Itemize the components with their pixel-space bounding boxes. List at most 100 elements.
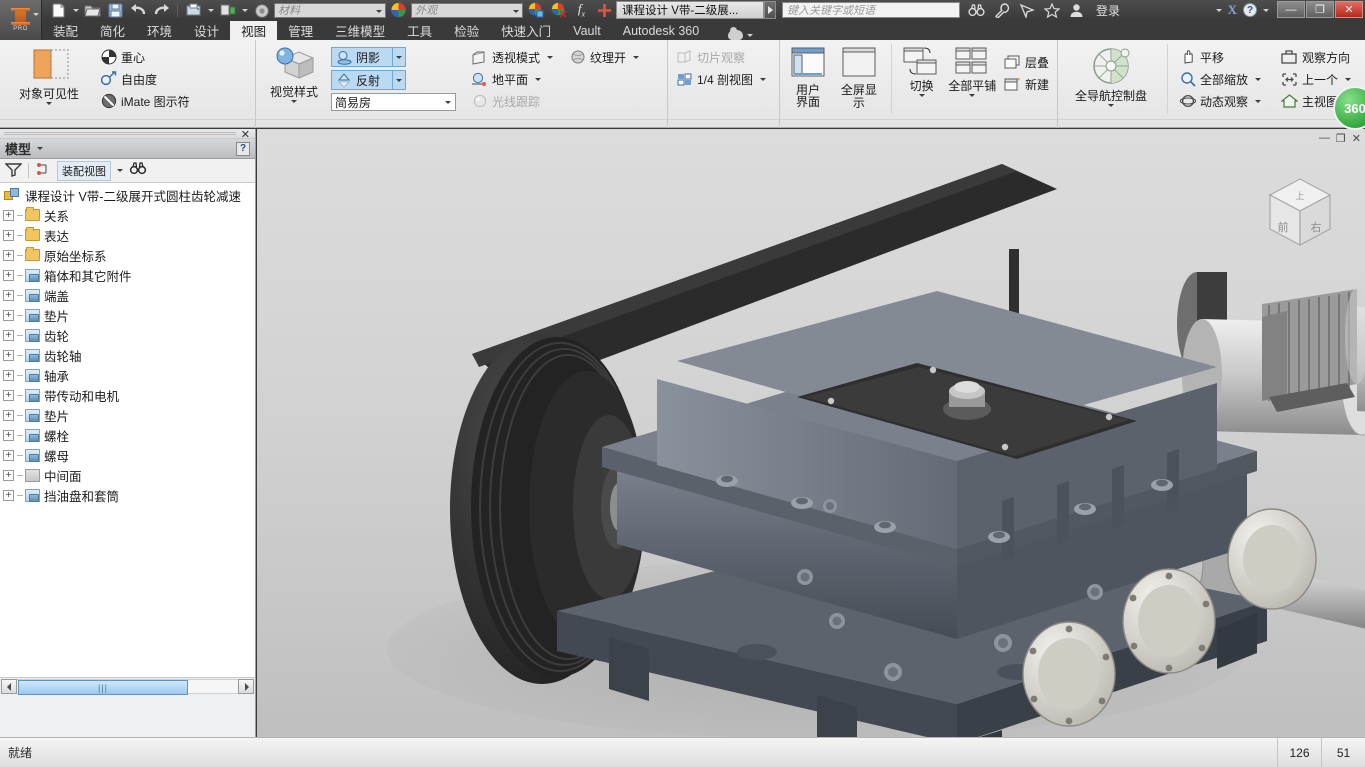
tree-expand-icon[interactable]: + — [3, 290, 14, 301]
material-dropdown-icon[interactable] — [376, 10, 382, 13]
satellite-icon[interactable] — [1019, 3, 1035, 18]
user-icon[interactable] — [1069, 3, 1084, 18]
update-dropdown-icon[interactable] — [240, 1, 249, 19]
navigate-panel-expander[interactable] — [1058, 119, 1364, 128]
help-icon[interactable]: ? — [1243, 3, 1257, 17]
search-input[interactable]: 键入关键字或短语 — [782, 2, 960, 18]
scroll-left-button[interactable] — [1, 679, 17, 694]
tree-item[interactable]: +中间面 — [0, 465, 255, 485]
perspective-dropdown-icon[interactable] — [547, 56, 553, 59]
ground-plane-dropdown-icon[interactable] — [535, 78, 541, 81]
shadow-button[interactable]: 阴影 — [331, 47, 393, 67]
visual-style-dropdown-icon[interactable] — [291, 100, 297, 103]
object-visibility-dropdown-icon[interactable] — [46, 102, 52, 105]
tree-expand-icon[interactable]: + — [3, 210, 14, 221]
tile-all-button[interactable]: 全部平铺 — [948, 44, 997, 97]
tab-manage[interactable]: 管理 — [277, 21, 324, 40]
tree-item[interactable]: +螺栓 — [0, 425, 255, 445]
tree-item[interactable]: +带传动和电机 — [0, 385, 255, 405]
tree-expand-icon[interactable]: + — [3, 410, 14, 421]
wrench-icon[interactable] — [994, 3, 1010, 18]
previous-view-button[interactable]: 上一个 — [1278, 69, 1354, 89]
plus-icon[interactable] — [594, 1, 615, 19]
browser-close-icon[interactable]: ✕ — [241, 128, 250, 141]
view-cube[interactable]: 上 前 右 — [1257, 171, 1343, 257]
tree-item[interactable]: +端盖 — [0, 285, 255, 305]
open-folder-icon[interactable] — [82, 1, 103, 19]
perspective-mode-button[interactable]: 透视模式 — [468, 47, 556, 67]
tab-simplify[interactable]: 简化 — [89, 21, 136, 40]
new-file-dropdown-icon[interactable] — [71, 1, 80, 19]
center-of-gravity-button[interactable]: 重心 — [97, 47, 193, 67]
account-dropdown-icon[interactable] — [1216, 9, 1222, 12]
assembly-view-selector[interactable]: 装配视图 — [57, 161, 111, 181]
browser-horizontal-scrollbar[interactable]: ||| — [0, 677, 255, 695]
zoom-all-button[interactable]: 全部缩放 — [1176, 69, 1264, 89]
viewport-restore-button[interactable]: ❐ — [1336, 132, 1346, 145]
tab-tools[interactable]: 工具 — [396, 21, 443, 40]
exchange-icon[interactable]: X — [1228, 2, 1237, 18]
quarter-section-dropdown-icon[interactable] — [760, 78, 766, 81]
shadow-dropdown-icon[interactable] — [393, 47, 406, 67]
update-icon[interactable] — [217, 1, 238, 19]
appearance-dropdown-icon[interactable] — [513, 10, 519, 13]
ray-tracing-button[interactable]: 光线跟踪 — [468, 91, 556, 111]
object-visibility-button[interactable]: 对象可见性 — [5, 44, 93, 105]
tab-get-started[interactable]: 快速入门 — [490, 21, 562, 40]
tab-inspect[interactable]: 检验 — [443, 21, 490, 40]
new-window-button[interactable]: 新建 — [1001, 74, 1052, 94]
tree-item[interactable]: +螺母 — [0, 445, 255, 465]
browser-help-icon[interactable]: ? — [236, 142, 250, 156]
gearbox-assembly-model[interactable] — [257, 129, 1365, 737]
scene-style-combo[interactable]: 简易房 — [331, 93, 456, 111]
texture-on-button[interactable]: 纹理开 — [566, 47, 642, 67]
pan-button[interactable]: 平移 — [1176, 47, 1264, 67]
scene-style-dropdown-icon[interactable] — [445, 101, 451, 104]
redo-icon[interactable] — [151, 1, 172, 19]
navigation-wheel-dropdown-icon[interactable] — [1108, 104, 1114, 107]
shadow-split-button[interactable]: 阴影 — [331, 47, 456, 67]
full-navigation-wheel-button[interactable]: 全导航控制盘 — [1063, 44, 1159, 107]
section-panel-expander[interactable] — [668, 119, 779, 128]
quarter-section-button[interactable]: 1/4 剖视图 — [673, 69, 769, 89]
help-dropdown-icon[interactable] — [1263, 9, 1269, 12]
browser-find-icon[interactable] — [129, 162, 147, 179]
tile-all-dropdown-icon[interactable] — [969, 94, 975, 97]
3d-viewport[interactable]: — ❐ ✕ — [257, 129, 1365, 737]
appearance-icon[interactable] — [388, 1, 409, 19]
ribbon-cloud-control[interactable] — [728, 30, 753, 40]
tree-item[interactable]: +箱体和其它附件 — [0, 265, 255, 285]
close-button[interactable]: ✕ — [1335, 1, 1363, 18]
minimize-button[interactable]: — — [1277, 1, 1305, 18]
tab-design[interactable]: 设计 — [183, 21, 230, 40]
document-next-button[interactable] — [764, 1, 776, 19]
material-combo[interactable]: 材料 — [274, 3, 386, 18]
full-screen-button[interactable]: 全屏显示 — [835, 44, 883, 110]
texture-dropdown-icon[interactable] — [633, 56, 639, 59]
viewport-close-button[interactable]: ✕ — [1352, 132, 1361, 145]
sign-in-link[interactable]: 登录 — [1096, 2, 1120, 19]
previous-view-dropdown-icon[interactable] — [1345, 78, 1351, 81]
viewport-minimize-button[interactable]: — — [1319, 132, 1330, 145]
tree-item[interactable]: +原始坐标系 — [0, 245, 255, 265]
tree-item[interactable]: +齿轮轴 — [0, 345, 255, 365]
switch-window-button[interactable]: 切换 — [900, 44, 944, 97]
windows-panel-expander[interactable] — [780, 119, 1057, 128]
ground-plane-button[interactable]: 地平面 — [468, 69, 556, 89]
browser-drag-handle[interactable]: ✕ — [0, 129, 255, 139]
save-icon[interactable] — [105, 1, 126, 19]
tree-expand-icon[interactable]: + — [3, 470, 14, 481]
undo-icon[interactable] — [128, 1, 149, 19]
tab-autodesk-360[interactable]: Autodesk 360 — [612, 21, 710, 40]
slice-view-button[interactable]: 切片观察 — [673, 47, 769, 67]
reflection-dropdown-icon[interactable] — [393, 70, 406, 90]
reflection-button[interactable]: 反射 — [331, 70, 393, 90]
tree-expand-icon[interactable]: + — [3, 330, 14, 341]
browser-title-dropdown-icon[interactable] — [37, 147, 43, 150]
star-icon[interactable] — [1044, 3, 1060, 18]
material-icon[interactable] — [251, 1, 272, 19]
visual-style-button[interactable]: 视觉样式 — [261, 44, 327, 103]
imate-glyph-button[interactable]: iMate 图示符 — [97, 91, 193, 111]
scroll-thumb[interactable]: ||| — [18, 680, 188, 695]
tree-expand-icon[interactable]: + — [3, 390, 14, 401]
